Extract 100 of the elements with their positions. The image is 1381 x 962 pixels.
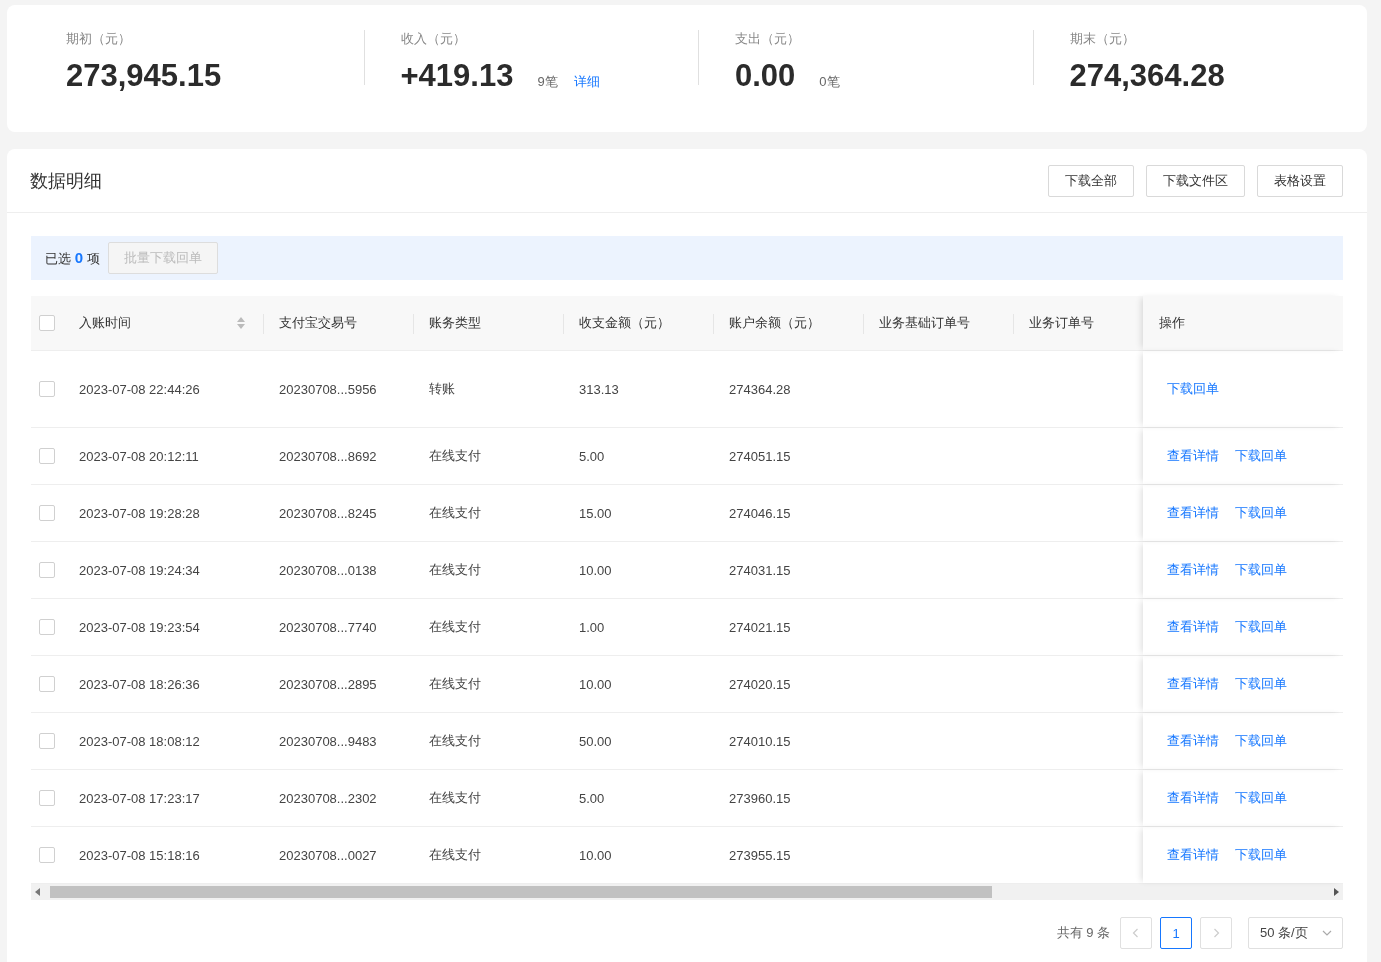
table-cell: 15.00 xyxy=(579,505,612,521)
checkbox[interactable] xyxy=(39,790,55,806)
stat-label: 期末（元） xyxy=(1069,30,1135,48)
table-cell: 在线支付 xyxy=(429,732,481,750)
table-cell: 274031.15 xyxy=(729,562,791,578)
action-link[interactable]: 下载回单 xyxy=(1235,732,1287,750)
column-header: 业务基础订单号 xyxy=(879,314,971,332)
action-link[interactable]: 下载回单 xyxy=(1235,447,1287,465)
checkbox[interactable] xyxy=(39,676,55,692)
table-cell: 20230708...2302 xyxy=(279,790,377,806)
table-cell: 20230708...0027 xyxy=(279,847,377,863)
total-count: 共有 9 条 xyxy=(1056,924,1110,942)
action-link[interactable]: 下载回单 xyxy=(1235,618,1287,636)
table-cell: 10.00 xyxy=(579,562,612,578)
checkbox[interactable] xyxy=(39,847,55,863)
table-cell: 2023-07-08 22:44:26 xyxy=(79,381,200,397)
table-cell: 273960.15 xyxy=(729,790,791,806)
table-cell: 274021.15 xyxy=(729,619,791,635)
table-cell: 5.00 xyxy=(579,448,605,464)
table-cell: 2023-07-08 19:28:28 xyxy=(79,505,200,521)
chevron-down-icon xyxy=(1322,928,1332,938)
stat-value: 0.00 xyxy=(735,58,796,94)
detail-link[interactable]: 详细 xyxy=(573,73,600,91)
table-cell: 2023-07-08 19:23:54 xyxy=(79,619,200,635)
table-cell: 2023-07-08 18:08:12 xyxy=(79,733,200,749)
scroll-left-icon[interactable] xyxy=(35,888,40,896)
action-link[interactable]: 查看详情 xyxy=(1167,504,1219,522)
selection-text: 已选 0 项 xyxy=(45,248,100,268)
table-cell: 20230708...8692 xyxy=(279,448,377,464)
action-link[interactable]: 下载回单 xyxy=(1167,380,1219,398)
table-cell: 2023-07-08 15:18:16 xyxy=(79,847,200,863)
action-link[interactable]: 查看详情 xyxy=(1167,846,1219,864)
table-cell: 20230708...0138 xyxy=(279,562,377,578)
action-link[interactable]: 查看详情 xyxy=(1167,789,1219,807)
chevron-right-icon xyxy=(1211,928,1221,938)
horizontal-scrollbar[interactable] xyxy=(31,884,1343,900)
table-cell: 274020.15 xyxy=(729,676,791,692)
stat-label: 收入（元） xyxy=(400,30,466,48)
table-cell: 20230708...2895 xyxy=(279,676,377,692)
table-cell: 2023-07-08 20:12:11 xyxy=(79,448,199,464)
stat-value: 274,364.28 xyxy=(1069,58,1225,94)
table-cell: 20230708...8245 xyxy=(279,505,377,521)
action-link[interactable]: 查看详情 xyxy=(1167,561,1219,579)
table-cell: 313.13 xyxy=(579,381,619,397)
stat-label: 期初（元） xyxy=(66,30,131,48)
table-cell: 在线支付 xyxy=(429,618,481,636)
page-button[interactable]: 1 xyxy=(1160,917,1192,949)
column-header: 业务订单号 xyxy=(1029,314,1095,332)
checkbox[interactable] xyxy=(39,619,55,635)
table-cell: 10.00 xyxy=(579,676,612,692)
table-cell: 在线支付 xyxy=(429,789,481,807)
action-link[interactable]: 查看详情 xyxy=(1167,447,1219,465)
chevron-left-icon xyxy=(1131,928,1141,938)
stat-value: 273,945.15 xyxy=(66,58,222,94)
column-header: 账户余额（元） xyxy=(729,314,821,332)
table-cell: 2023-07-08 18:26:36 xyxy=(79,676,200,692)
action-link[interactable]: 查看详情 xyxy=(1167,618,1219,636)
section-title: 数据明细 xyxy=(30,169,103,193)
table-cell: 20230708...7740 xyxy=(279,619,377,635)
action-link[interactable]: 下载回单 xyxy=(1235,561,1287,579)
column-header: 收支金额（元） xyxy=(579,314,671,332)
action-link[interactable]: 下载回单 xyxy=(1235,504,1287,522)
checkbox[interactable] xyxy=(39,315,55,331)
scroll-right-icon[interactable] xyxy=(1334,888,1339,896)
table-cell: 10.00 xyxy=(579,847,612,863)
stat-label: 支出（元） xyxy=(735,30,800,48)
checkbox[interactable] xyxy=(39,505,55,521)
action-link[interactable]: 下载回单 xyxy=(1235,846,1287,864)
table-cell: 2023-07-08 17:23:17 xyxy=(79,790,200,806)
table-cell: 20230708...9483 xyxy=(279,733,377,749)
table-cell: 273955.15 xyxy=(729,847,791,863)
table-cell: 274046.15 xyxy=(729,505,791,521)
table-cell: 在线支付 xyxy=(429,846,481,864)
table-cell: 在线支付 xyxy=(429,504,481,522)
action-link[interactable]: 下载回单 xyxy=(1235,789,1287,807)
toolbar-button[interactable]: 下载文件区 xyxy=(1146,164,1245,197)
table-cell: 转账 xyxy=(429,380,455,398)
column-header: 入账时间 xyxy=(79,314,132,332)
checkbox[interactable] xyxy=(39,562,55,578)
checkbox[interactable] xyxy=(39,448,55,464)
page-size-select[interactable]: 50 条/页 xyxy=(1248,917,1343,949)
stat-value: +419.13 xyxy=(400,58,514,94)
action-link[interactable]: 查看详情 xyxy=(1167,732,1219,750)
table-cell: 在线支付 xyxy=(429,675,481,693)
column-header: 操作 xyxy=(1159,314,1186,332)
action-link[interactable]: 下载回单 xyxy=(1235,675,1287,693)
checkbox[interactable] xyxy=(39,733,55,749)
action-link[interactable]: 查看详情 xyxy=(1167,675,1219,693)
stat-count: 9笔 xyxy=(537,73,558,91)
table-cell: 在线支付 xyxy=(429,561,481,579)
table-cell: 在线支付 xyxy=(429,447,481,465)
table-cell: 20230708...5956 xyxy=(279,381,377,397)
column-header: 支付宝交易号 xyxy=(279,314,358,332)
sort-icon[interactable] xyxy=(237,317,245,329)
table-cell: 5.00 xyxy=(579,790,605,806)
toolbar-button[interactable]: 表格设置 xyxy=(1257,164,1343,197)
toolbar-button[interactable]: 下载全部 xyxy=(1048,164,1134,197)
table-cell: 274051.15 xyxy=(729,448,791,464)
column-header: 账务类型 xyxy=(429,314,482,332)
checkbox[interactable] xyxy=(39,381,55,397)
